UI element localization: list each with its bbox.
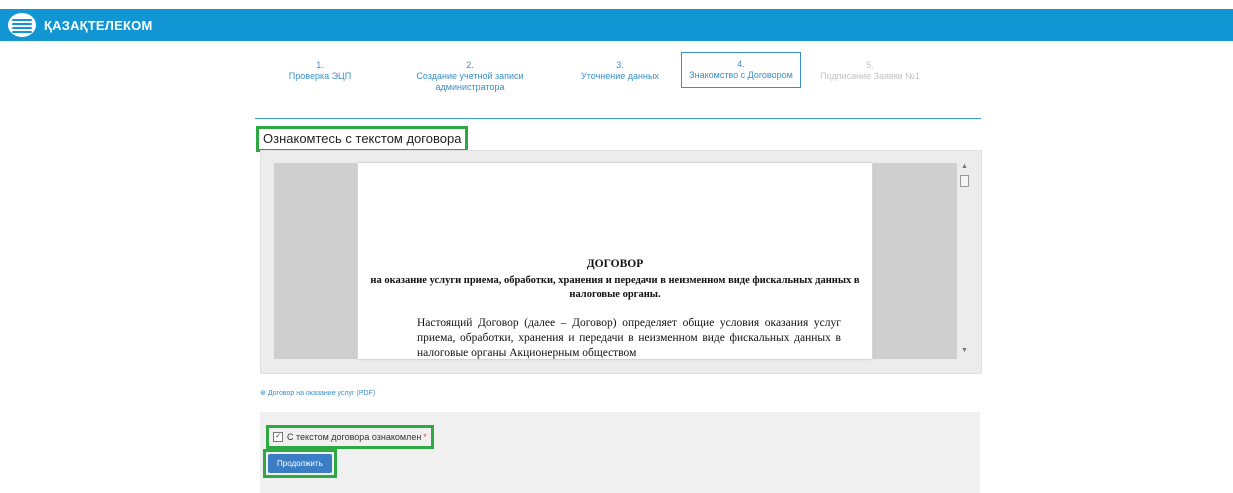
step-3[interactable]: 3. Уточнение данных [575,60,665,82]
document-body: Настоящий Договор (далее – Договор) опре… [417,317,841,359]
document-page: ДОГОВОР на оказание услуги приема, обраб… [358,163,872,359]
step-2[interactable]: 2. Создание учетной записи администратор… [405,60,535,93]
download-icon: ⊕ [260,390,266,397]
brand-logo[interactable]: ҚАЗАҚТЕЛЕКОМ [8,13,152,37]
agreement-checkbox[interactable]: ✓ [273,432,283,442]
pdf-download-link[interactable]: ⊕ Договор на оказание услуг (PDF) [260,389,375,397]
agreement-checkbox-row[interactable]: ✓ С текстом договора ознакомлен * [266,425,434,449]
kazakhtelecom-logo-icon [8,13,36,37]
viewer-scrollbar[interactable]: ▲ ▼ [959,163,969,359]
document-title: ДОГОВОР [586,258,644,270]
header-bar: ҚАЗАҚТЕЛЕКОМ [0,9,1233,41]
continue-button[interactable]: Продолжить [268,454,332,473]
wizard-steps: 1. Проверка ЭЦП 2. Создание учетной запи… [255,52,981,119]
step-1[interactable]: 1. Проверка ЭЦП [285,60,355,82]
scroll-thumb[interactable] [960,175,969,187]
step-4[interactable]: 4. Знакомство с Договором [681,52,801,88]
required-mark: * [423,432,427,442]
continue-button-frame: Продолжить [263,449,337,478]
step-5: 5. Подписание Заявки №1 [820,60,920,81]
document-viewer[interactable]: ДОГОВОР на оказание услуги приема, обраб… [260,150,982,374]
scroll-down-icon[interactable]: ▼ [961,347,968,354]
scroll-up-icon[interactable]: ▲ [961,163,968,170]
brand-name: ҚАЗАҚТЕЛЕКОМ [44,17,153,33]
section-title: Ознакомтесь с текстом договора [256,126,469,152]
document-subtitle: на оказание услуги приема, обработки, хр… [370,275,860,300]
agreement-label: С текстом договора ознакомлен [287,432,422,442]
